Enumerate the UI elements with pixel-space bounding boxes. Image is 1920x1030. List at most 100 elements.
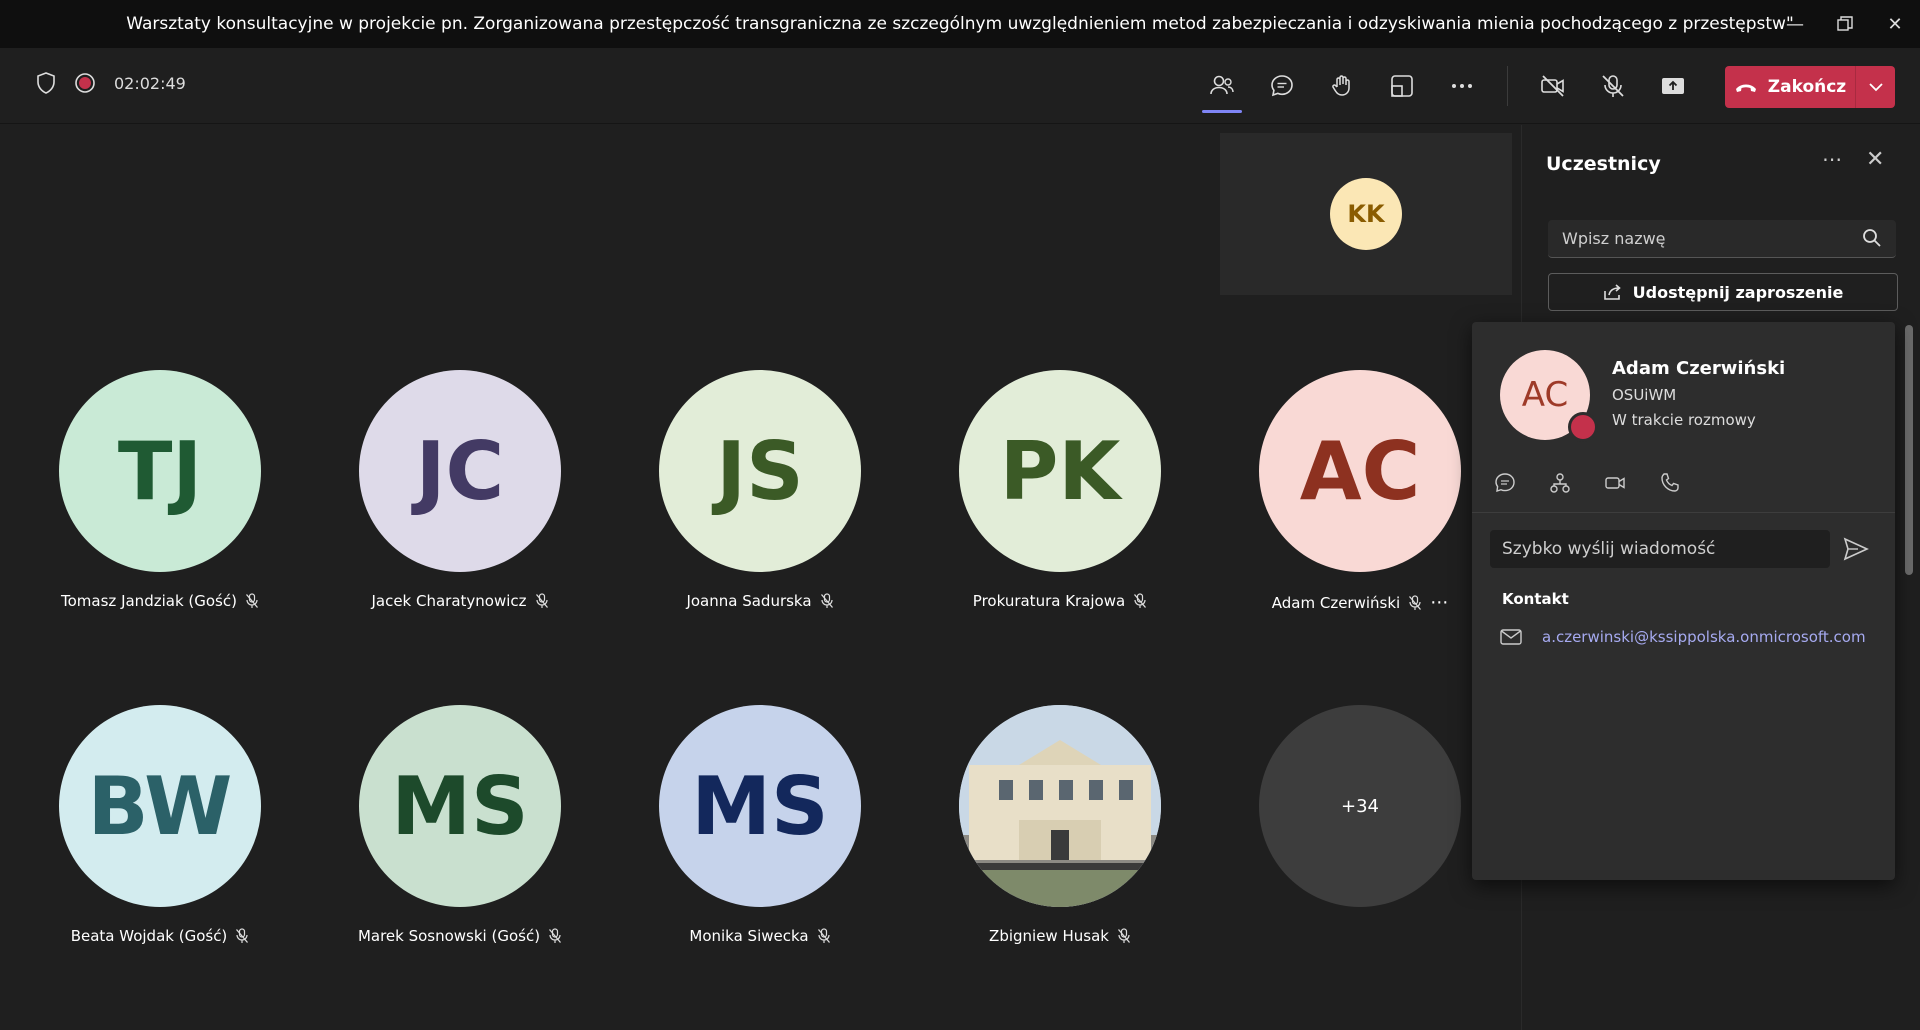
mic-off-icon [549, 928, 562, 943]
card-chat-button[interactable] [1492, 470, 1518, 496]
participant-name-row: Marek Sosnowski (Gość) [330, 927, 590, 945]
participant-avatar: MS [659, 705, 861, 907]
participant-avatar [959, 705, 1161, 907]
window-title: Warsztaty konsultacyjne w projekcie pn. … [126, 14, 1794, 34]
end-call-button[interactable]: Zakończ [1725, 66, 1895, 108]
participants-button[interactable] [1204, 68, 1240, 104]
participant-tile[interactable]: MS Monika Siwecka [630, 705, 890, 945]
share-invite-button[interactable]: Udostępnij zaproszenie [1548, 273, 1898, 311]
send-icon[interactable] [1842, 535, 1870, 563]
camera-off-icon [1541, 75, 1564, 97]
participant-name: Joanna Sadurska [686, 592, 812, 610]
participant-name-row: Prokuratura Krajowa [930, 592, 1190, 610]
contact-email-link[interactable]: a.czerwinski@kssippolska.onmicrosoft.com [1542, 628, 1866, 646]
participant-name-row: Jacek Charatynowicz [330, 592, 590, 610]
participant-tile[interactable]: JC Jacek Charatynowicz [330, 370, 590, 610]
people-icon [1210, 75, 1234, 95]
participant-name: Zbigniew Husak [989, 927, 1109, 945]
end-call-label: Zakończ [1767, 77, 1847, 97]
mic-toggle-button[interactable] [1595, 68, 1631, 104]
participant-search-input[interactable] [1548, 220, 1896, 258]
chat-icon [1495, 473, 1515, 493]
search-icon[interactable] [1862, 228, 1882, 248]
panel-scrollbar[interactable] [1905, 325, 1913, 575]
close-window-button[interactable]: ✕ [1872, 0, 1918, 48]
title-bar: Warsztaty konsultacyjne w projekcie pn. … [0, 0, 1920, 48]
participant-tile[interactable]: TJ Tomasz Jandziak (Gość) [30, 370, 290, 610]
mic-off-icon [817, 928, 830, 943]
contact-card: AC Adam Czerwiński OSUiWM W trakcie rozm… [1472, 322, 1895, 880]
card-audio-call-button[interactable] [1657, 470, 1683, 496]
participant-avatar: MS [359, 705, 561, 907]
more-options-icon[interactable]: ⋯ [1430, 592, 1448, 613]
participant-avatar: JS [659, 370, 861, 572]
participant-avatar: AC [1259, 370, 1461, 572]
phone-icon [1661, 473, 1679, 492]
chat-button[interactable] [1264, 68, 1300, 104]
panel-more-button[interactable]: ⋯ [1822, 147, 1842, 171]
overflow-tile[interactable]: +34 [1230, 705, 1490, 907]
view-layout-button[interactable] [1384, 68, 1420, 104]
share-screen-icon [1662, 78, 1684, 94]
recording-icon [75, 73, 95, 93]
participant-tile[interactable]: PK Prokuratura Krajowa [930, 370, 1190, 610]
participant-name-row: Adam Czerwiński ⋯ [1230, 592, 1490, 613]
share-screen-button[interactable] [1655, 68, 1691, 104]
participant-tile[interactable]: MS Marek Sosnowski (Gość) [330, 705, 590, 945]
mic-off-icon [820, 593, 833, 608]
card-status: W trakcie rozmowy [1612, 411, 1756, 429]
participant-name-row: Beata Wojdak (Gość) [30, 927, 290, 945]
panel-title: Uczestnicy [1546, 153, 1661, 175]
video-camera-icon [1605, 477, 1625, 489]
chevron-down-icon [1868, 83, 1883, 92]
minimize-button[interactable]: — [1772, 0, 1818, 48]
participant-tile[interactable]: Zbigniew Husak [930, 705, 1190, 945]
shield-icon[interactable] [36, 72, 56, 94]
quick-message-input[interactable] [1490, 530, 1830, 568]
participant-tile[interactable]: JS Joanna Sadurska [630, 370, 890, 610]
share-invite-label: Udostępnij zaproszenie [1632, 282, 1844, 302]
card-organization: OSUiWM [1612, 386, 1677, 404]
panel-close-button[interactable]: ✕ [1866, 147, 1884, 172]
card-org-chart-button[interactable] [1547, 470, 1573, 496]
end-call-options[interactable] [1855, 66, 1895, 108]
camera-toggle-button[interactable] [1535, 68, 1571, 104]
meeting-timer: 02:02:49 [114, 73, 186, 93]
restore-icon [1837, 16, 1853, 31]
participant-avatar: TJ [59, 370, 261, 572]
participant-name: Adam Czerwiński [1271, 593, 1401, 612]
org-chart-icon [1550, 473, 1570, 493]
minimize-icon: — [1786, 13, 1804, 35]
restore-button[interactable] [1822, 0, 1868, 48]
more-actions-button[interactable] [1444, 68, 1480, 104]
end-call-main[interactable]: Zakończ [1725, 77, 1855, 97]
participant-avatar: PK [959, 370, 1161, 572]
layout-icon [1391, 75, 1413, 97]
close-icon: ✕ [1866, 147, 1885, 172]
card-divider [1472, 512, 1895, 513]
mail-icon [1500, 629, 1522, 645]
hang-up-icon [1735, 84, 1756, 92]
contact-heading: Kontakt [1502, 590, 1569, 608]
building-photo [959, 705, 1161, 907]
more-participants-count: +34 [1259, 705, 1461, 907]
card-video-call-button[interactable] [1602, 470, 1628, 496]
participant-tile[interactable]: AC Adam Czerwiński ⋯ [1230, 370, 1490, 613]
mic-off-icon [535, 593, 548, 608]
self-view[interactable]: KK [1220, 133, 1512, 295]
participant-name-row: Joanna Sadurska [630, 592, 890, 610]
mic-off-icon [236, 928, 249, 943]
participant-name-row: Tomasz Jandziak (Gość) [30, 592, 290, 610]
participant-name: Marek Sosnowski (Gość) [357, 927, 541, 945]
participant-name: Monika Siwecka [689, 927, 809, 945]
reactions-button[interactable] [1324, 68, 1360, 104]
self-avatar: KK [1330, 178, 1402, 250]
participant-name-row: Monika Siwecka [630, 927, 890, 945]
card-name: Adam Czerwiński [1612, 358, 1786, 379]
participant-name: Tomasz Jandziak (Gość) [61, 592, 237, 610]
participant-name-row: Zbigniew Husak [930, 927, 1190, 945]
participant-tile[interactable]: BW Beata Wojdak (Gość) [30, 705, 290, 945]
mic-off-icon [245, 593, 258, 608]
share-icon [1603, 284, 1621, 300]
busy-status-badge [1568, 412, 1598, 442]
